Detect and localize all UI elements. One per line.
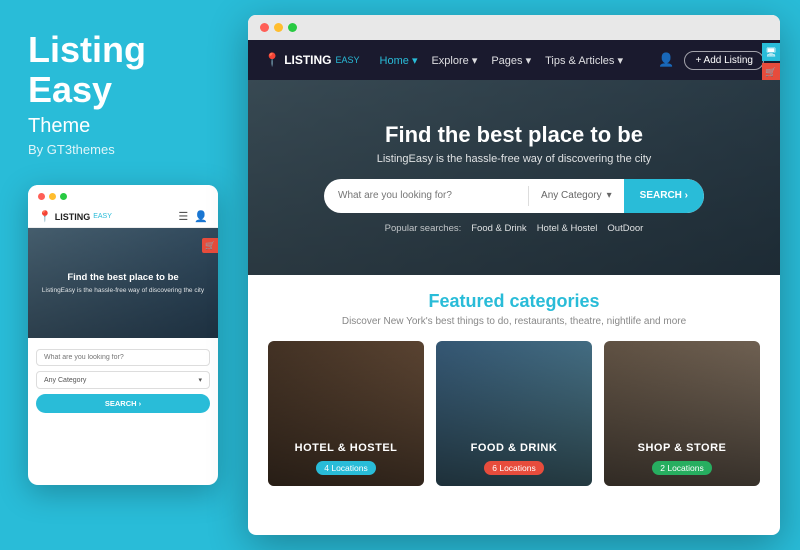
- card-hotel-hostel[interactable]: HOTEL & HOSTEL 4 Locations: [268, 341, 424, 486]
- browser-titlebar: [248, 15, 780, 40]
- featured-section: Featured categories Discover New York's …: [248, 275, 780, 498]
- site-navbar: 📍 LISTING EASY Home ▾ Explore ▾ Pages ▾ …: [248, 40, 780, 80]
- card-hotel-title: HOTEL & HOSTEL: [278, 442, 414, 454]
- mobile-search-input[interactable]: [36, 349, 210, 366]
- nav-user-icon[interactable]: 👤: [658, 52, 674, 68]
- mobile-logo-pin-icon: 📍: [38, 210, 52, 223]
- popular-tag-hotel[interactable]: Hotel & Hostel: [537, 223, 598, 234]
- site-nav-actions: 👤 + Add Listing: [658, 51, 764, 70]
- mobile-nav-icons: ☰ 👤: [178, 210, 208, 223]
- mobile-cart-icon[interactable]: 🛒: [202, 238, 218, 253]
- card-shop-store[interactable]: SHOP & STORE 2 Locations: [604, 341, 760, 486]
- mobile-hero: Find the best place to be ListingEasy is…: [28, 228, 218, 338]
- hero-category-dropdown[interactable]: Any Category ▾: [529, 190, 624, 201]
- site-nav-links: Home ▾ Explore ▾ Pages ▾ Tips & Articles…: [380, 54, 659, 67]
- browser-dot-red: [260, 23, 269, 32]
- card-hotel-overlay: HOTEL & HOSTEL 4 Locations: [268, 432, 424, 486]
- website-content: 📍 LISTING EASY Home ▾ Explore ▾ Pages ▾ …: [248, 40, 780, 535]
- mobile-logo-text: LISTING: [55, 212, 91, 222]
- mobile-hero-title: Find the best place to be: [67, 272, 178, 284]
- hero-search-bar: Any Category ▾ SEARCH ›: [324, 179, 704, 213]
- featured-cards: HOTEL & HOSTEL 4 Locations FOOD & DRINK …: [268, 341, 760, 486]
- brand-subtitle: Theme: [28, 115, 220, 138]
- card-food-badge: 6 Locations: [484, 461, 543, 475]
- card-food-drink[interactable]: FOOD & DRINK 6 Locations: [436, 341, 592, 486]
- browser-mockup: 📍 LISTING EASY Home ▾ Explore ▾ Pages ▾ …: [248, 15, 780, 535]
- card-food-title: FOOD & DRINK: [446, 442, 582, 454]
- hero-search-button[interactable]: SEARCH ›: [624, 179, 704, 213]
- hero-subtitle: ListingEasy is the hassle-free way of di…: [377, 153, 652, 165]
- chevron-down-icon: ▾: [607, 190, 612, 201]
- nav-link-home[interactable]: Home ▾: [380, 54, 418, 67]
- mobile-mockup: 📍 LISTING EASY ☰ 👤 Find the best place t…: [28, 185, 218, 485]
- mobile-window-dots: [28, 185, 218, 206]
- card-hotel-badge: 4 Locations: [316, 461, 375, 475]
- nav-link-explore[interactable]: Explore ▾: [431, 54, 477, 67]
- mobile-dot-green: [60, 193, 67, 200]
- mobile-dot-yellow: [49, 193, 56, 200]
- side-monitor-icon[interactable]: 🖥: [762, 43, 780, 61]
- hero-search-input[interactable]: [324, 190, 528, 201]
- card-food-overlay: FOOD & DRINK 6 Locations: [436, 432, 592, 486]
- nav-link-pages[interactable]: Pages ▾: [491, 54, 531, 67]
- site-logo: 📍 LISTING EASY: [264, 52, 360, 68]
- side-cart-icon[interactable]: 🛒: [762, 63, 780, 81]
- add-listing-button[interactable]: + Add Listing: [684, 51, 764, 70]
- hamburger-icon[interactable]: ☰: [178, 210, 188, 223]
- user-icon[interactable]: 👤: [194, 210, 208, 223]
- card-shop-badge: 2 Locations: [652, 461, 711, 475]
- hero-popular-searches: Popular searches: Food & Drink Hotel & H…: [385, 223, 644, 234]
- mobile-hero-subtitle: ListingEasy is the hassle-free way of di…: [42, 287, 204, 294]
- browser-dot-yellow: [274, 23, 283, 32]
- featured-subtitle: Discover New York's best things to do, r…: [268, 316, 760, 327]
- hero-title: Find the best place to be: [385, 122, 643, 148]
- mobile-search-button[interactable]: SEARCH ›: [36, 394, 210, 413]
- card-shop-overlay: SHOP & STORE 2 Locations: [604, 432, 760, 486]
- card-shop-title: SHOP & STORE: [614, 442, 750, 454]
- brand-by: By GT3themes: [28, 142, 220, 157]
- site-logo-pin-icon: 📍: [264, 52, 280, 68]
- popular-label: Popular searches:: [385, 223, 462, 234]
- browser-dot-green: [288, 23, 297, 32]
- popular-tag-food[interactable]: Food & Drink: [471, 223, 526, 234]
- popular-tag-outdoor[interactable]: OutDoor: [607, 223, 643, 234]
- site-hero: Find the best place to be ListingEasy is…: [248, 80, 780, 275]
- mobile-search-area: Any Category ▾ SEARCH ›: [28, 338, 218, 421]
- nav-link-tips[interactable]: Tips & Articles ▾: [545, 54, 623, 67]
- mobile-logo-easy: EASY: [93, 213, 112, 220]
- left-panel: Listing Easy Theme By GT3themes 📍 LISTIN…: [0, 0, 248, 550]
- site-logo-easy: EASY: [336, 55, 360, 65]
- mobile-navbar: 📍 LISTING EASY ☰ 👤: [28, 206, 218, 228]
- mobile-logo: 📍 LISTING EASY: [38, 210, 112, 223]
- site-logo-text: LISTING: [284, 53, 331, 67]
- brand-title: Listing Easy: [28, 30, 220, 109]
- mobile-dot-red: [38, 193, 45, 200]
- chevron-down-icon: ▾: [198, 376, 202, 384]
- mobile-category-dropdown[interactable]: Any Category ▾: [36, 371, 210, 389]
- featured-title: Featured categories: [268, 291, 760, 312]
